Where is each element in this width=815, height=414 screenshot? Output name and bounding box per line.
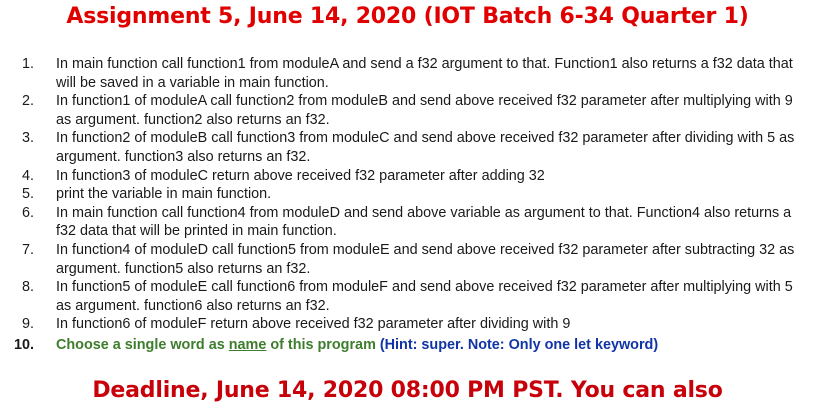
item-number: 6.	[21, 204, 34, 221]
item-text: In function5 of moduleE call function6 f…	[56, 279, 793, 314]
item-number: 9.	[21, 316, 34, 333]
hint-text: (Hint: super. Note: Only one let keyword…	[375, 336, 659, 353]
list-item: 9. In function6 of moduleF return above r…	[12, 315, 807, 334]
list-item: 1. In main function call function1 from m…	[12, 55, 807, 92]
list-item: 6. In main function call function4 from m…	[12, 204, 807, 241]
item-text: In function4 of moduleD call function5 f…	[56, 241, 795, 277]
item-text: In main function call function4 from mod…	[56, 204, 792, 240]
final-instruction-tail: of this program	[266, 336, 376, 353]
item-number: 1.	[21, 56, 34, 72]
list-item: 8. In function5 of moduleE call function6…	[12, 278, 807, 315]
deadline-banner: Deadline, June 14, 2020 08:00 PM PST. Yo…	[92, 378, 723, 403]
item-number: 8.	[21, 279, 34, 296]
item-number: 4.	[21, 167, 34, 184]
list-item: 2. In function1 of moduleA call function2…	[12, 92, 807, 129]
list-item-final: 10. Choose a single word as name of this …	[12, 336, 807, 355]
item-text: print the variable in main function.	[56, 186, 272, 203]
list-item: 5. print the variable in main function.	[12, 185, 807, 204]
item-number: 3.	[21, 130, 34, 147]
list-item: 3. In function2 of moduleB call function3…	[12, 129, 807, 166]
item-text: In function6 of moduleF return above rec…	[56, 316, 571, 333]
item-number: 2.	[21, 93, 34, 110]
list-item: 7. In function4 of moduleD call function5…	[12, 241, 807, 278]
item-text: In main function call function1 from mod…	[56, 56, 793, 91]
list-item: 4. In function3 of moduleC return above r…	[12, 167, 807, 186]
item-text: In function2 of moduleB call function3 f…	[56, 130, 795, 165]
assignment-title: Assignment 5, June 14, 2020 (IOT Batch 6…	[66, 4, 749, 29]
instruction-list: 1. In main function call function1 from m…	[12, 55, 807, 355]
item-number: 7.	[21, 241, 34, 258]
item-number: 5.	[21, 186, 34, 203]
final-instruction-text: Choose a single word as	[56, 336, 229, 353]
item-text: In function3 of moduleC return above rec…	[56, 167, 545, 184]
name-underlined-word: name	[228, 336, 267, 353]
item-number: 10.	[13, 336, 34, 353]
item-text: In function1 of moduleA call function2 f…	[56, 93, 793, 128]
